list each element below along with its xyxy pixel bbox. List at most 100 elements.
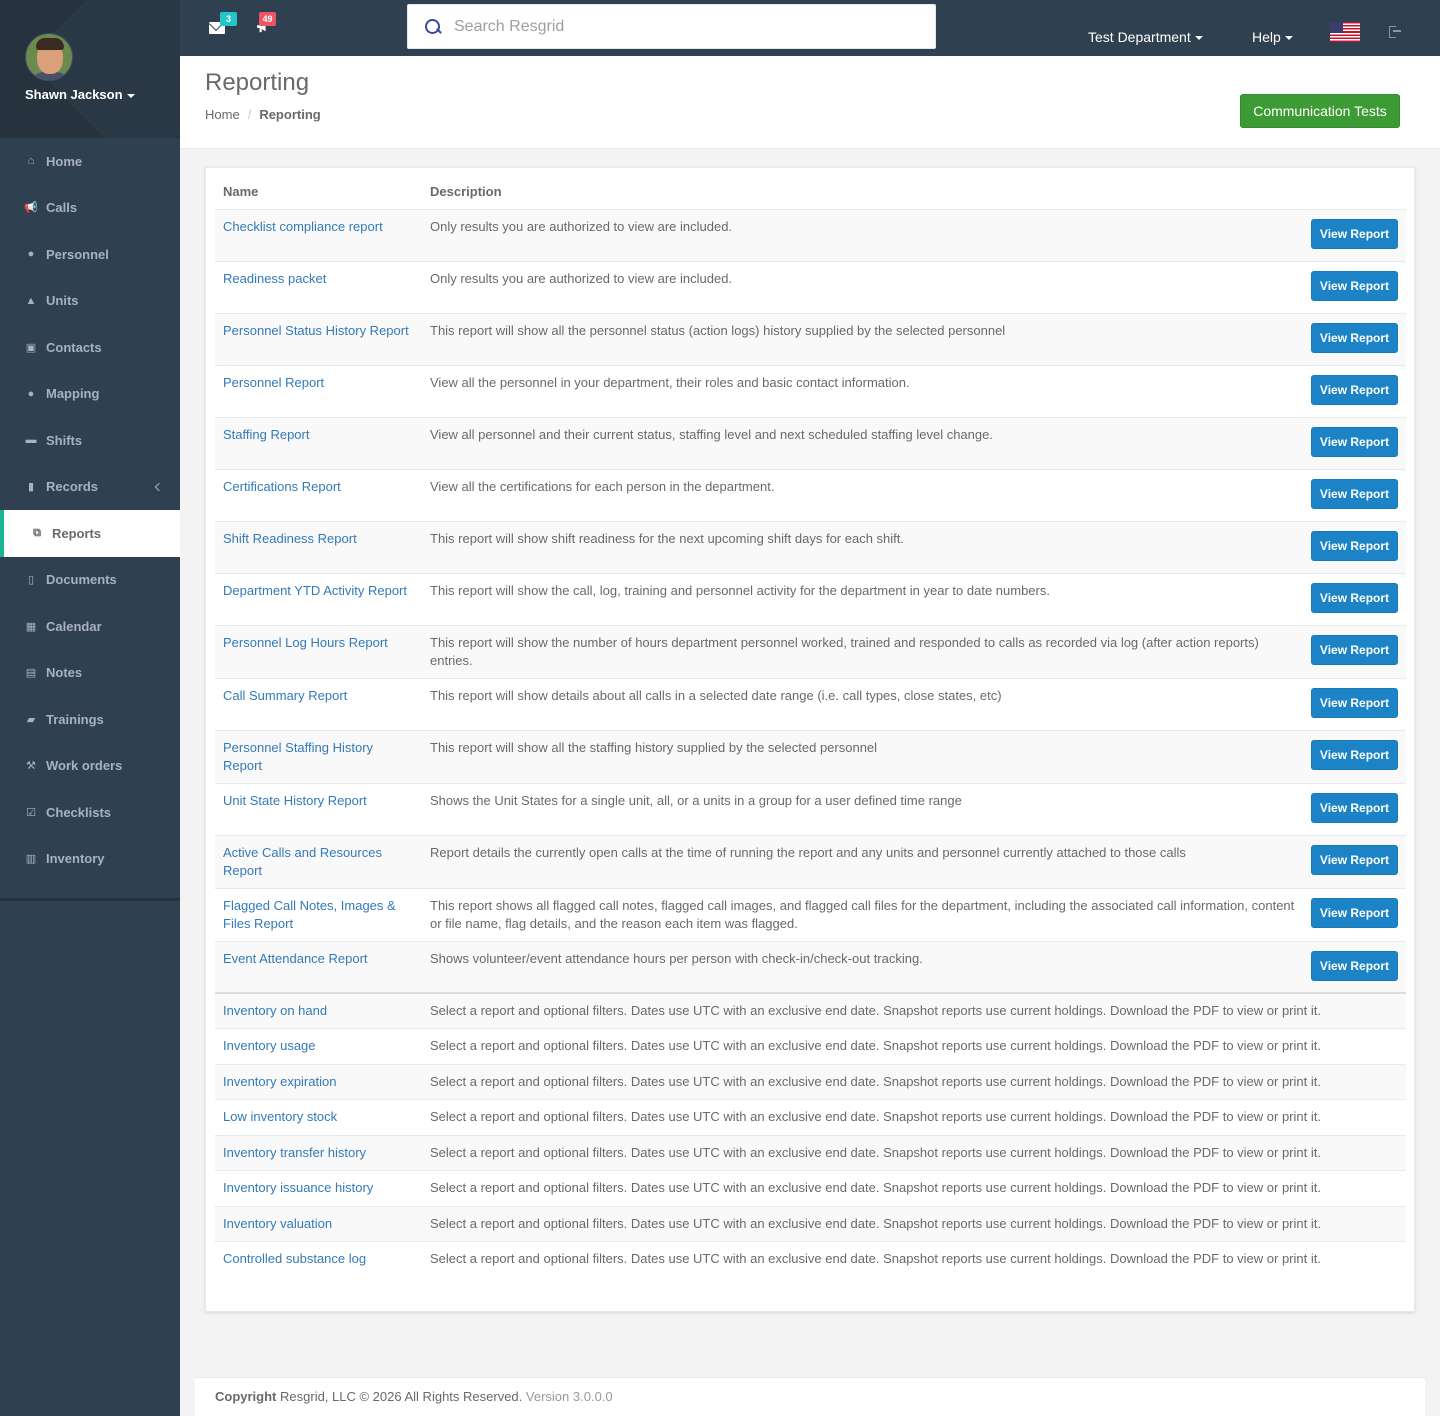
view-report-button[interactable]: View Report bbox=[1311, 634, 1398, 665]
report-name-link[interactable]: Call Summary Report bbox=[215, 677, 422, 730]
sidebar-divider bbox=[0, 898, 180, 901]
table-row: Certifications Report View all the certif… bbox=[215, 468, 1406, 521]
report-actions: View Report bbox=[1303, 834, 1406, 888]
inventory-report-link[interactable]: Inventory transfer history bbox=[215, 1134, 422, 1171]
view-report-button[interactable]: View Report bbox=[1311, 950, 1398, 981]
footer-copyright-text: Resgrid, LLC © 2026 All Rights Reserved. bbox=[280, 1389, 523, 1404]
shifts-icon: ▬ bbox=[25, 434, 37, 447]
sidebar-item-personnel[interactable]: ● Personnel bbox=[0, 231, 180, 278]
view-report-button[interactable]: View Report bbox=[1311, 270, 1398, 301]
table-row: Event Attendance Report Shows volunteer/e… bbox=[215, 940, 1406, 993]
table-row: Department YTD Activity Report This repor… bbox=[215, 572, 1406, 625]
view-report-button[interactable]: View Report bbox=[1311, 792, 1398, 823]
table-row: Personnel Report View all the personnel i… bbox=[215, 364, 1406, 417]
report-name-link[interactable]: Unit State History Report bbox=[215, 782, 422, 835]
view-report-button[interactable]: View Report bbox=[1311, 582, 1398, 613]
user-menu[interactable]: Shawn Jackson bbox=[25, 87, 135, 102]
sidebar-item-reports[interactable]: ⧉ Reports bbox=[0, 510, 180, 557]
checklist-icon: ☑ bbox=[26, 806, 36, 819]
us-flag-icon[interactable] bbox=[1330, 22, 1360, 42]
table-row: Call Summary Report This report will show… bbox=[215, 677, 1406, 730]
view-report-button[interactable]: View Report bbox=[1311, 374, 1398, 405]
report-name-link[interactable]: Flagged Call Notes, Images & Files Repor… bbox=[215, 887, 422, 941]
sidebar-item-label: Work orders bbox=[46, 758, 123, 774]
report-name-link[interactable]: Staffing Report bbox=[215, 416, 422, 469]
report-actions: View Report bbox=[1303, 572, 1406, 625]
view-report-button[interactable]: View Report bbox=[1311, 426, 1398, 457]
inventory-report-link[interactable]: Inventory valuation bbox=[215, 1205, 422, 1242]
help-dropdown[interactable]: Help bbox=[1252, 29, 1293, 45]
view-report-button[interactable]: View Report bbox=[1311, 478, 1398, 509]
sidebar-item-records[interactable]: ▮ Records bbox=[0, 464, 180, 511]
sidebar-item-mapping[interactable]: ● Mapping bbox=[0, 371, 180, 418]
book-icon: ▰ bbox=[26, 713, 36, 726]
page-title: Reporting bbox=[205, 69, 310, 96]
view-report-button[interactable]: View Report bbox=[1311, 530, 1398, 561]
view-report-button[interactable]: View Report bbox=[1311, 739, 1398, 770]
view-report-button[interactable]: View Report bbox=[1311, 897, 1398, 928]
report-actions: View Report bbox=[1303, 940, 1406, 993]
view-report-button[interactable]: View Report bbox=[1311, 218, 1398, 249]
inventory-report-link[interactable]: Inventory on hand bbox=[215, 992, 422, 1029]
report-name-link[interactable]: Event Attendance Report bbox=[215, 940, 422, 993]
inventory-report-link[interactable]: Inventory usage bbox=[215, 1028, 422, 1064]
sign-out-icon[interactable] bbox=[1389, 26, 1401, 38]
messages-badge: 3 bbox=[220, 12, 237, 26]
sidebar-item-label: Trainings bbox=[46, 711, 104, 727]
report-actions: View Report bbox=[1303, 520, 1406, 573]
report-name-link[interactable]: Shift Readiness Report bbox=[215, 520, 422, 573]
department-label: Test Department bbox=[1088, 29, 1191, 45]
report-name-link[interactable]: Readiness packet bbox=[215, 260, 422, 313]
communication-tests-button[interactable]: Communication Tests bbox=[1240, 94, 1400, 128]
report-name-link[interactable]: Personnel Report bbox=[215, 364, 422, 417]
report-name-link[interactable]: Personnel Status History Report bbox=[215, 312, 422, 365]
report-name-link[interactable]: Certifications Report bbox=[215, 468, 422, 521]
sidebar-item-label: Personnel bbox=[46, 246, 109, 262]
sidebar-item-calendar[interactable]: ▦ Calendar bbox=[0, 603, 180, 650]
table-row: Staffing Report View all personnel and th… bbox=[215, 416, 1406, 469]
avatar[interactable] bbox=[25, 33, 73, 81]
sidebar-item-checklists[interactable]: ☑ Checklists bbox=[0, 789, 180, 836]
inventory-report-description: Select a report and optional filters. Da… bbox=[422, 992, 1406, 1029]
inventory-report-link[interactable]: Low inventory stock bbox=[215, 1099, 422, 1135]
search-input[interactable] bbox=[454, 17, 914, 36]
sidebar-item-documents[interactable]: ▯ Documents bbox=[0, 557, 180, 604]
sidebar-item-trainings[interactable]: ▰ Trainings bbox=[0, 696, 180, 743]
report-name-link[interactable]: Checklist compliance report bbox=[215, 208, 422, 261]
view-report-button[interactable]: View Report bbox=[1311, 687, 1398, 718]
sidebar-item-label: Records bbox=[46, 479, 99, 495]
report-name-link[interactable]: Active Calls and Resources Report bbox=[215, 834, 422, 888]
search-box bbox=[407, 4, 936, 49]
sidebar-item-home[interactable]: ⌂ Home bbox=[0, 138, 180, 185]
sidebar-item-notes[interactable]: ▤ Notes bbox=[0, 650, 180, 697]
report-description: This report shows all flagged call notes… bbox=[422, 887, 1303, 941]
report-actions: View Report bbox=[1303, 729, 1406, 783]
sidebar-item-inventory[interactable]: ▥ Inventory bbox=[0, 836, 180, 883]
inventory-report-description: Select a report and optional filters. Da… bbox=[422, 1063, 1406, 1100]
breadcrumb-home[interactable]: Home bbox=[205, 107, 240, 122]
sidebar-item-calls[interactable]: 📢 Calls bbox=[0, 185, 180, 232]
chevron-left-icon bbox=[154, 482, 164, 491]
report-name-link[interactable]: Department YTD Activity Report bbox=[215, 572, 422, 625]
breadcrumb-current: Reporting bbox=[259, 107, 321, 122]
sidebar-item-work-orders[interactable]: ⚒ Work orders bbox=[0, 743, 180, 790]
inventory-report-link[interactable]: Inventory issuance history bbox=[215, 1170, 422, 1206]
sidebar-item-shifts[interactable]: ▬ Shifts bbox=[0, 417, 180, 464]
report-actions: View Report bbox=[1303, 312, 1406, 365]
table-row: Active Calls and Resources Report Report … bbox=[215, 834, 1406, 888]
report-name-link[interactable]: Personnel Staffing History Report bbox=[215, 729, 422, 783]
barcode-icon: ▥ bbox=[25, 853, 37, 866]
table-row: Shift Readiness Report This report will s… bbox=[215, 520, 1406, 573]
inventory-report-link[interactable]: Inventory expiration bbox=[215, 1063, 422, 1100]
inventory-report-link[interactable]: Controlled substance log bbox=[215, 1241, 422, 1277]
sidebar-item-units[interactable]: ▲ Units bbox=[0, 278, 180, 325]
view-report-button[interactable]: View Report bbox=[1311, 322, 1398, 353]
view-report-button[interactable]: View Report bbox=[1311, 844, 1398, 875]
wrench-icon: ⚒ bbox=[26, 760, 36, 773]
table-row: Inventory issuance history Select a repor… bbox=[215, 1170, 1406, 1206]
report-description: View all the personnel in your departmen… bbox=[422, 364, 1303, 417]
sidebar-item-contacts[interactable]: ▣ Contacts bbox=[0, 324, 180, 371]
report-name-link[interactable]: Personnel Log Hours Report bbox=[215, 624, 422, 678]
department-dropdown[interactable]: Test Department bbox=[1088, 29, 1203, 45]
page-header: Reporting Home / Reporting Communication T… bbox=[180, 56, 1440, 149]
